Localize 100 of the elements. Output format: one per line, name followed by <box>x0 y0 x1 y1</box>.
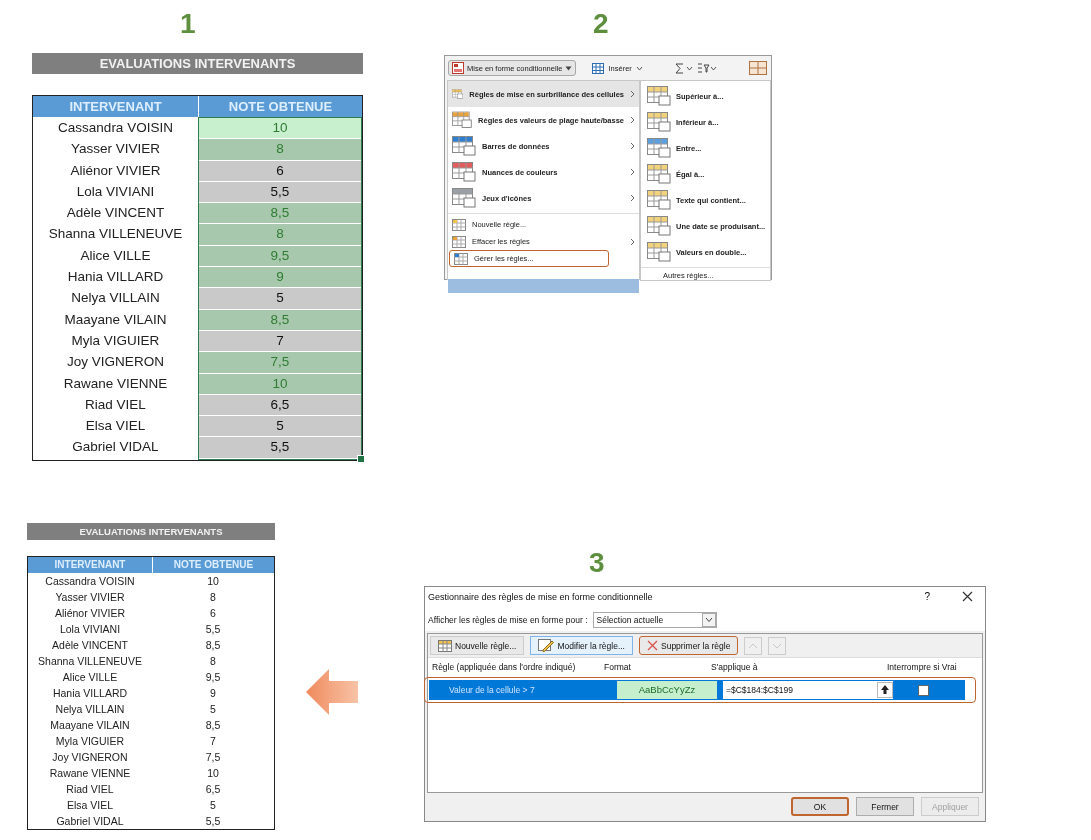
toolbar-button[interactable]: Nouvelle règle... <box>430 636 525 655</box>
table-cell: 8 <box>199 139 361 160</box>
table-grid-icon <box>452 218 466 231</box>
dropdown-field[interactable]: Sélection actuelle <box>592 612 717 628</box>
sum-icon[interactable] <box>674 62 693 74</box>
table-cell-text: Maayane VILAIN <box>63 310 168 329</box>
table-cell-text: 8 <box>209 590 217 605</box>
table-cell-text: Riad VIEL <box>65 782 115 797</box>
table-cell: 9 <box>199 267 361 288</box>
caret-icon[interactable] <box>701 613 716 627</box>
table-cell: 8,5 <box>199 203 361 224</box>
rule-text: Valeur de la cellule > 7 <box>448 685 536 695</box>
table-cell-text: Alice VILLE <box>79 246 152 265</box>
table-cell-text: Cassandra VOISIN <box>57 119 174 137</box>
table-cell-text: Adèle VINCENT <box>51 638 129 653</box>
table-cell-text: Rawane VIENNE <box>48 766 132 781</box>
column-header: NOTE OBTENUE <box>198 96 362 117</box>
checkbox[interactable] <box>918 685 929 696</box>
table-grid-icon <box>452 110 473 130</box>
table-cell-text: 5 <box>209 798 217 813</box>
table-grid-icon <box>592 62 605 74</box>
close-icon[interactable] <box>962 591 973 602</box>
table-cell-text: Maayane VILAIN <box>49 718 131 733</box>
table-cell-text: Myla VIGUIER <box>54 734 126 749</box>
table-cell-text: Joy VIGNERON <box>66 353 165 372</box>
help-button[interactable]: ? <box>918 590 936 603</box>
table-cell: 6,5 <box>199 394 361 416</box>
table-cell: 6 <box>199 160 361 181</box>
table-cell-text: Nelya VILLAIN <box>70 289 161 308</box>
toolbar-button[interactable]: Modifier la règle... <box>530 636 633 655</box>
table-grid-icon <box>647 190 671 210</box>
table-cell-text: Hania VILLARD <box>51 686 129 701</box>
column-header: Règle (appliquée dans l'ordre indiqué) <box>432 662 576 672</box>
table-cell-text: Yasser VIVIER <box>54 590 126 605</box>
table-grid-icon <box>647 138 671 158</box>
format-preview: AaBbCcYyZz <box>617 681 717 699</box>
table-grid-icon <box>647 112 671 132</box>
table-cell-text: Myla VIGUIER <box>70 331 161 350</box>
table-cell-text: Riad VIEL <box>84 395 147 414</box>
sort-filter-icon[interactable] <box>696 62 717 74</box>
table-cell-text: Elsa VIEL <box>84 417 147 436</box>
table-cell-text: 10 <box>206 766 220 781</box>
column-header: Interrompre si Vrai <box>887 662 957 672</box>
table-grid-icon[interactable] <box>748 61 767 75</box>
table-grid-icon <box>438 639 452 652</box>
step-number: 1 <box>180 9 196 39</box>
arrow-icon <box>305 668 359 716</box>
caret-icon <box>565 65 573 71</box>
table-cell-text: Yasser VIVIER <box>70 140 161 159</box>
table-cell: 8 <box>199 224 361 245</box>
table-cell-text: 6 <box>209 606 217 621</box>
table-cell-text: 5 <box>209 702 217 717</box>
table-cell-text: 6,5 <box>204 782 222 797</box>
table-cell: 5,5 <box>199 181 361 203</box>
step-number: 2 <box>593 9 609 39</box>
table-cell-text: Cassandra VOISIN <box>44 574 136 589</box>
table-cell-text: Aliénor VIVIER <box>54 606 126 621</box>
table-cell: 8,5 <box>199 309 361 330</box>
table-cell-text: Shanna VILLENEUVE <box>37 654 143 669</box>
table-cell-text: 10 <box>206 574 220 589</box>
table-cell-text: Lola VIVIANI <box>75 182 156 201</box>
column-header: INTERVENANT <box>68 98 163 116</box>
column-header: S'applique à <box>711 662 758 672</box>
table-grid-icon <box>452 136 476 156</box>
field-label: Afficher les règles de mise en forme pour : <box>428 615 588 625</box>
table-grid-icon <box>647 242 671 262</box>
table-cell-text: Nelya VILLAIN <box>54 702 126 717</box>
table-grid-icon <box>647 86 671 106</box>
column-header: Format <box>604 662 631 672</box>
table-cell-text: 7 <box>209 734 217 749</box>
table-cell-text: 5,5 <box>204 814 222 829</box>
table-cell: 7 <box>199 330 361 352</box>
table-cell-text: Rawane VIENNE <box>62 374 169 393</box>
dialog-button[interactable]: Fermer <box>856 797 914 816</box>
table-cell: 10 <box>199 373 361 394</box>
table-cell-text: Lola VIVIANI <box>58 622 122 637</box>
table-cell-text: 9 <box>209 686 217 701</box>
toolbar-button[interactable]: Supprimer la règle <box>639 636 739 655</box>
table-cell-text: Aliénor VIVIER <box>69 161 162 180</box>
table-cell-text: Joy VIGNERON <box>51 750 129 765</box>
table-cell: 7,5 <box>199 352 361 373</box>
table-cell-text: 5,5 <box>204 622 222 637</box>
range-field[interactable]: =$C$184:$C$199 <box>723 681 893 699</box>
table-cell-text: Shanna VILLENEUVE <box>47 225 184 244</box>
table-grid-icon <box>647 164 671 184</box>
table-cell-text: Elsa VIEL <box>65 798 115 813</box>
table-cell: 9,5 <box>199 245 361 267</box>
dialog-button[interactable]: OK <box>791 797 849 816</box>
table-cell-text: Hania VILLARD <box>66 268 165 287</box>
column-header: NOTE OBTENUE <box>152 557 274 573</box>
table-cell-text: Adèle VINCENT <box>65 204 166 223</box>
column-header: INTERVENANT <box>53 558 127 572</box>
fill-handle[interactable] <box>357 454 365 463</box>
table-grid-icon <box>452 162 476 182</box>
caret-icon[interactable] <box>635 65 643 71</box>
table-cell-text: 8,5 <box>204 638 222 653</box>
table-cell-text: 8,5 <box>204 718 222 733</box>
rule-row[interactable]: Valeur de la cellule > 7 AaBbCcYyZz =$C$184:$C$199 <box>429 680 965 700</box>
table-title: EVALUATIONS INTERVENANTS <box>32 53 363 74</box>
table-grid-icon <box>647 216 671 236</box>
